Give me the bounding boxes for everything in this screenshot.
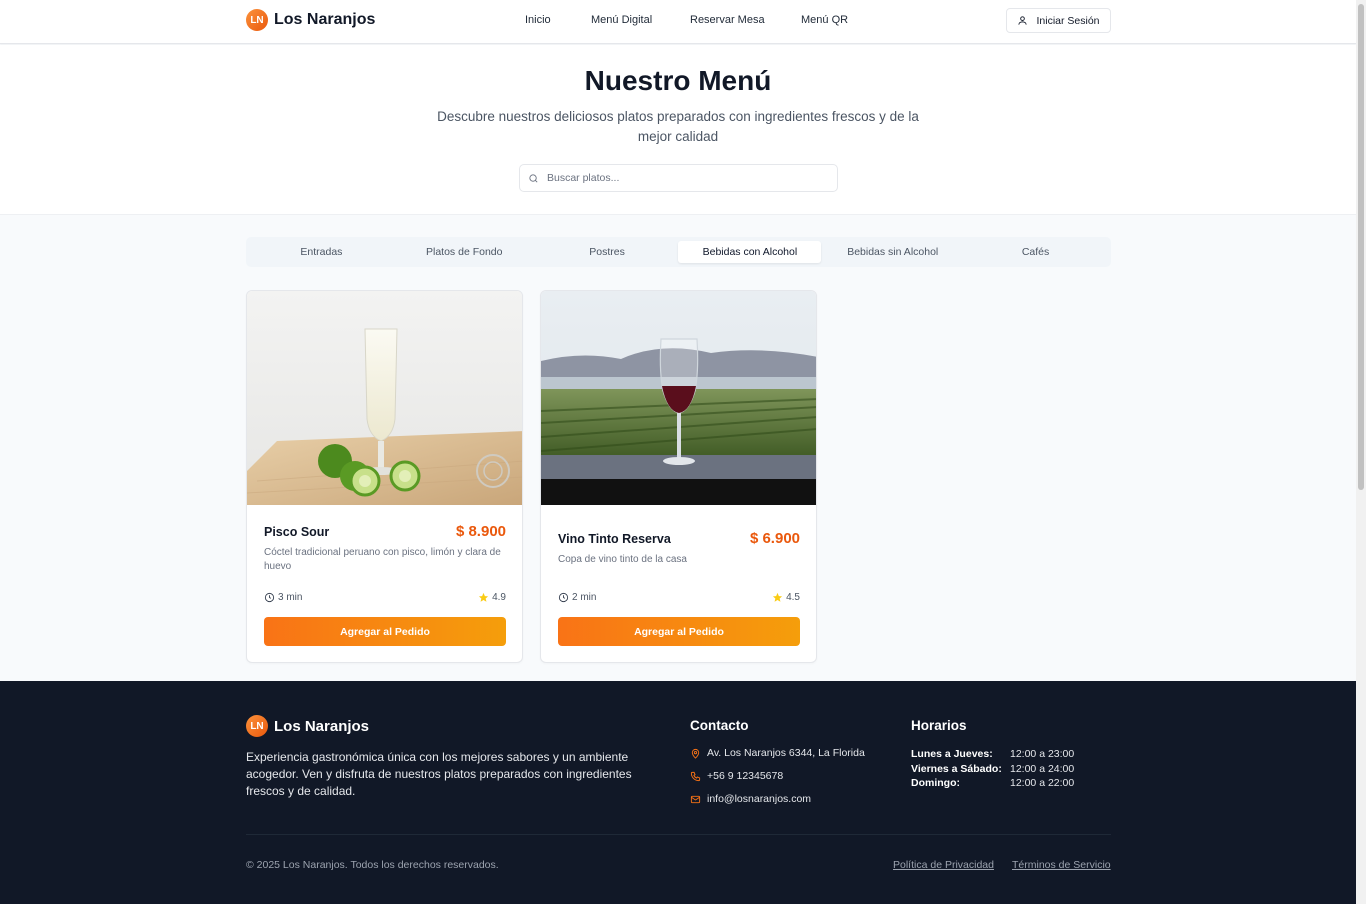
tab-bebidas-sin-alcohol[interactable]: Bebidas sin Alcohol <box>821 241 964 263</box>
contact-email[interactable]: info@losnaranjos.com <box>690 793 811 805</box>
prep-time-value: 2 min <box>572 592 597 603</box>
hours-time: 12:00 a 23:00 <box>1010 748 1075 760</box>
menu-item-card: Vino Tinto Reserva $ 6.900 Copa de vino … <box>540 290 817 663</box>
footer-logo-badge: LN <box>246 715 268 737</box>
item-price: $ 6.900 <box>749 530 800 547</box>
hours-day: Domingo: <box>911 777 960 789</box>
hero-section: Nuestro Menú Descubre nuestros delicioso… <box>0 45 1356 215</box>
login-button[interactable]: Iniciar Sesión <box>1006 8 1111 33</box>
search-box[interactable] <box>519 164 838 192</box>
star-icon <box>479 592 489 602</box>
prep-time: 3 min <box>264 592 302 603</box>
search-input[interactable] <box>547 172 817 184</box>
hours-heading: Horarios <box>911 718 967 733</box>
item-description: Cóctel tradicional peruano con pisco, li… <box>264 547 501 572</box>
hours-time: 12:00 a 22:00 <box>1010 777 1075 789</box>
rating-value: 4.5 <box>786 592 800 603</box>
clock-icon <box>264 592 275 603</box>
hours-day: Lunes a Jueves: <box>911 748 993 760</box>
page-title: Nuestro Menú <box>584 65 772 96</box>
tab-cafes[interactable]: Cafés <box>964 241 1107 263</box>
hours-time: 12:00 a 24:00 <box>1010 762 1075 775</box>
footer-description: Experiencia gastronómica única con los m… <box>246 750 632 798</box>
pisco-sour-image <box>247 291 522 505</box>
main-nav: Inicio Menú Digital Reservar Mesa Menú Q… <box>0 14 1356 28</box>
footer-brand-name: Los Naranjos <box>274 717 370 735</box>
item-description: Copa de vino tinto de la casa <box>558 554 687 565</box>
star-icon <box>773 592 783 602</box>
red-wine-image <box>541 291 816 505</box>
rating: 4.5 <box>772 592 800 603</box>
terms-of-service-link[interactable]: Términos de Servicio <box>1012 859 1111 871</box>
contact-address: Av. Los Naranjos 6344, La Florida <box>690 747 865 759</box>
address-text: Av. Los Naranjos 6344, La Florida <box>707 747 865 759</box>
nav-link-menu-digital[interactable]: Menú Digital <box>591 14 652 26</box>
search-icon <box>529 173 538 182</box>
site-header: LN Los Naranjos Inicio Menú Digital Rese… <box>0 0 1356 44</box>
item-name: Pisco Sour <box>264 525 330 539</box>
add-to-order-button[interactable]: Agregar al Pedido <box>264 617 506 646</box>
phone-text: +56 9 12345678 <box>707 770 784 782</box>
rating: 4.9 <box>478 592 506 603</box>
clock-icon <box>558 592 569 603</box>
footer-divider <box>246 834 1111 835</box>
page-scrollbar[interactable] <box>1356 0 1366 904</box>
category-tabs: Entradas Platos de Fondo Postres Bebidas… <box>246 237 1111 267</box>
card-body: Pisco Sour $ 8.900 Cóctel tradicional pe… <box>264 505 506 662</box>
privacy-policy-link[interactable]: Política de Privacidad <box>893 859 994 871</box>
user-icon <box>1018 16 1028 25</box>
phone-icon <box>690 771 701 781</box>
login-label: Iniciar Sesión <box>1036 14 1100 27</box>
tab-bebidas-con-alcohol[interactable]: Bebidas con Alcohol <box>678 241 822 263</box>
contact-heading: Contacto <box>690 718 749 733</box>
mail-icon <box>690 795 701 803</box>
tab-platos-de-fondo[interactable]: Platos de Fondo <box>393 241 536 263</box>
add-to-order-button[interactable]: Agregar al Pedido <box>558 617 800 646</box>
page-subtitle: Descubre nuestros deliciosos platos prep… <box>437 109 919 144</box>
menu-item-card: Pisco Sour $ 8.900 Cóctel tradicional pe… <box>246 290 523 663</box>
prep-time: 2 min <box>558 592 596 603</box>
prep-time-value: 3 min <box>278 592 303 603</box>
nav-link-inicio[interactable]: Inicio <box>525 14 551 26</box>
scrollbar-thumb[interactable] <box>1358 4 1364 490</box>
nav-link-menu-qr[interactable]: Menú QR <box>801 14 848 26</box>
item-price: $ 8.900 <box>455 523 506 540</box>
footer-brand: LN Los Naranjos <box>246 715 369 737</box>
rating-value: 4.9 <box>492 592 506 603</box>
nav-link-reservar-mesa[interactable]: Reservar Mesa <box>690 14 765 26</box>
item-name: Vino Tinto Reserva <box>558 532 671 546</box>
copyright-text: © 2025 Los Naranjos. Todos los derechos … <box>246 859 499 871</box>
card-body: Vino Tinto Reserva $ 6.900 Copa de vino … <box>558 505 800 662</box>
site-footer: LN Los Naranjos Experiencia gastronómica… <box>0 681 1356 904</box>
contact-phone[interactable]: +56 9 12345678 <box>690 770 783 782</box>
tab-entradas[interactable]: Entradas <box>250 241 393 263</box>
email-text: info@losnaranjos.com <box>707 793 812 805</box>
tab-postres[interactable]: Postres <box>536 241 679 263</box>
map-pin-icon <box>691 748 700 759</box>
hours-day: Viernes a Sábado: <box>911 762 1002 775</box>
